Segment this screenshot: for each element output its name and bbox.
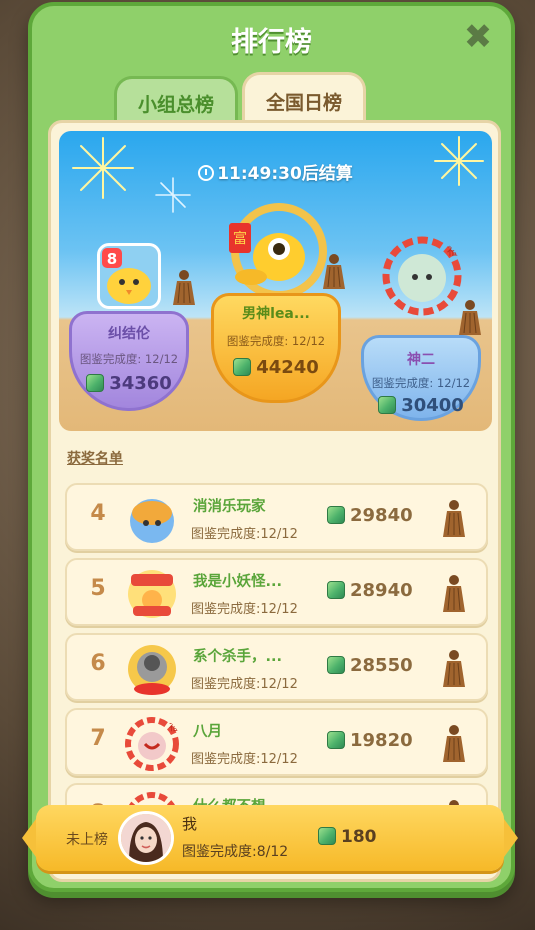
my-collection-progress: 图鉴完成度:8/12 [182, 844, 289, 860]
collection-progress: 图鉴完成度:12/12 [191, 752, 298, 767]
tassel-icon [443, 500, 465, 537]
svg-text:福: 福 [169, 719, 180, 733]
rank-number: 7 [90, 726, 106, 751]
clock-icon [198, 165, 215, 181]
collection-progress: 图鉴完成度:12/12 [191, 602, 298, 617]
avatar [118, 811, 174, 865]
avatar [128, 645, 176, 695]
tassel-icon [173, 270, 195, 305]
podium-third-score: 30400 [361, 395, 481, 416]
rank-row[interactable]: 5 我是小妖怪... 图鉴完成度:12/12 28940 [65, 558, 488, 626]
tassel-icon [443, 650, 465, 687]
score-value: 44240 [256, 357, 319, 378]
gem-icon [327, 581, 345, 599]
tassel-icon [443, 725, 465, 762]
my-score: 180 [318, 827, 377, 847]
svg-text:福: 福 [447, 244, 460, 259]
gem-icon [327, 656, 345, 674]
score-value: 29840 [350, 505, 413, 526]
svg-text:8: 8 [107, 250, 117, 268]
podium-first-score: 44240 [211, 357, 341, 378]
my-rank-bar[interactable]: 未上榜 我 图鉴完成度:8/12 180 [22, 805, 518, 871]
score-value: 28940 [350, 580, 413, 601]
avatar: 福 [125, 717, 180, 771]
podium-third-name: 神二 [407, 352, 435, 368]
rank-row[interactable]: 4 消消乐玩家 图鉴完成度:12/12 29840 [65, 483, 488, 551]
podium-second-score: 34360 [69, 373, 189, 394]
leaderboard-content: 11:49:30后结算 8 纠结伦 图鉴完成度: 12/12 34360 富 男… [48, 120, 501, 882]
podium-second[interactable]: 8 纠结伦 图鉴完成度: 12/12 34360 [69, 239, 189, 419]
avatar [130, 499, 174, 543]
gem-icon [318, 827, 336, 845]
podium-first-name: 男神lea... [242, 306, 310, 322]
collection-progress: 图鉴完成度:12/12 [191, 527, 298, 542]
rank-number: 4 [90, 501, 106, 526]
settlement-countdown: 11:49:30后结算 [59, 159, 492, 184]
podium-first-progress: 图鉴完成度: 12/12 [226, 334, 326, 348]
gem-icon [327, 506, 345, 524]
player-score: 19820 [327, 730, 413, 751]
avatar: 8 [97, 243, 161, 309]
my-rank-label: 未上榜 [66, 832, 108, 848]
gem-icon [233, 358, 252, 376]
rank-number: 5 [90, 576, 106, 601]
score-value: 180 [341, 827, 377, 847]
score-value: 34360 [109, 373, 172, 394]
tassel-icon [443, 575, 465, 612]
avatar [128, 570, 176, 618]
gem-icon [378, 396, 397, 414]
award-list-title[interactable]: 获奖名单 [67, 448, 123, 468]
score-value: 30400 [401, 395, 464, 416]
player-name: 消消乐玩家 [193, 499, 266, 515]
podium-second-progress: 图鉴完成度: 12/12 [79, 352, 179, 366]
rank-row[interactable]: 6 系个杀手，... 图鉴完成度:12/12 28550 [65, 633, 488, 701]
avatar: 福 [381, 235, 463, 317]
countdown-text: 11:49:30后结算 [217, 164, 353, 184]
avatar: 富 [221, 201, 331, 301]
player-name: 系个杀手，... [193, 649, 283, 665]
gem-icon [86, 374, 105, 392]
top-three-banner: 11:49:30后结算 8 纠结伦 图鉴完成度: 12/12 34360 富 男… [59, 131, 492, 431]
player-score: 29840 [327, 505, 413, 526]
collection-progress: 图鉴完成度:12/12 [191, 677, 298, 692]
rank-number: 6 [90, 651, 106, 676]
player-name: 八月 [193, 724, 222, 740]
player-score: 28550 [327, 655, 413, 676]
close-icon[interactable]: ✖ [459, 17, 497, 57]
player-score: 28940 [327, 580, 413, 601]
score-value: 28550 [350, 655, 413, 676]
rank-row[interactable]: 7 福 八月 图鉴完成度:12/12 19820 [65, 708, 488, 776]
podium-first[interactable]: 富 男神lea... 图鉴完成度: 12/12 44240 [211, 201, 341, 403]
leaderboard-panel: 排行榜 ✖ 小组总榜 全国日榜 11:49:30后结算 8 纠结伦 图鉴完成度:… [28, 2, 515, 892]
my-player-name: 我 [182, 815, 198, 833]
score-value: 19820 [350, 730, 413, 751]
svg-text:富: 富 [233, 230, 247, 247]
gem-icon [327, 731, 345, 749]
podium-third-progress: 图鉴完成度: 12/12 [371, 376, 471, 390]
podium-second-name: 纠结伦 [108, 326, 150, 342]
tassel-icon [323, 254, 345, 289]
player-name: 我是小妖怪... [193, 574, 283, 590]
tassel-icon [459, 300, 481, 335]
panel-title: 排行榜 [231, 27, 312, 58]
